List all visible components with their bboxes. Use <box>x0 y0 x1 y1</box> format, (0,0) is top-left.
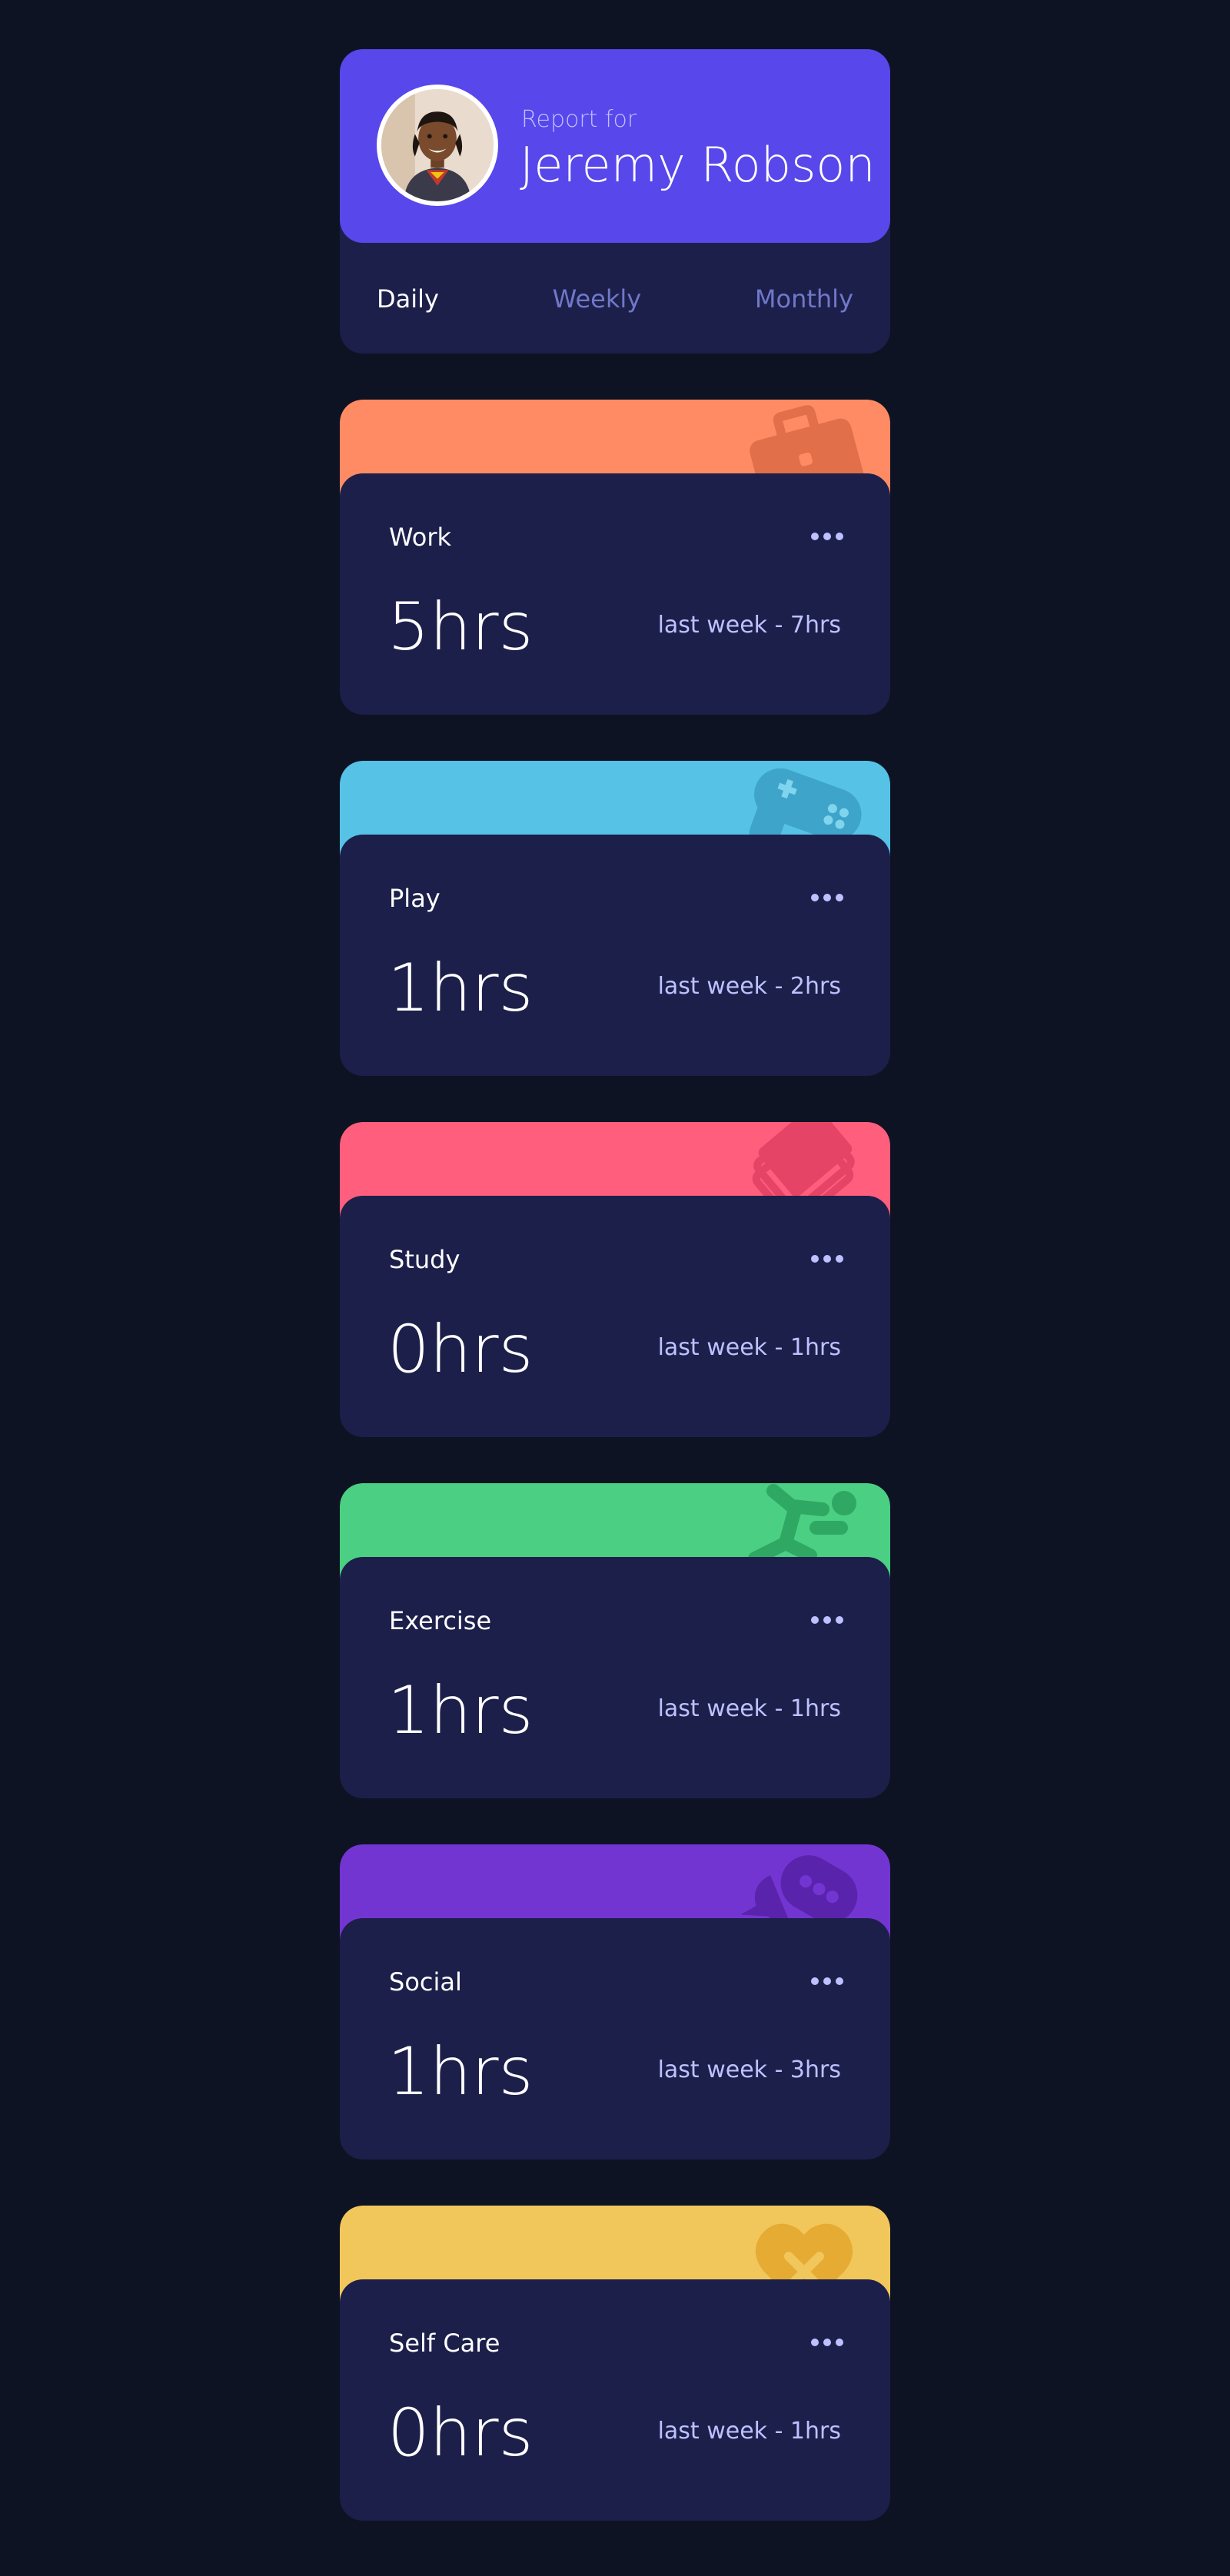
tab-weekly[interactable]: Weekly <box>553 284 642 314</box>
card-body[interactable]: Work 5hrs last week - 7hrs <box>340 473 890 715</box>
current-hours: 0hrs <box>387 1311 534 1388</box>
activity-card-exercise: Exercise 1hrs last week - 1hrs <box>340 1483 890 1798</box>
current-hours: 1hrs <box>387 950 534 1027</box>
ellipsis-icon[interactable] <box>810 1615 844 1625</box>
profile-header: Report for Jeremy Robson <box>340 49 890 243</box>
activity-card-social: Social 1hrs last week - 3hrs <box>340 1844 890 2159</box>
previous-hours: last week - 1hrs <box>657 1695 841 1722</box>
ellipsis-icon[interactable] <box>810 1254 844 1263</box>
card-body[interactable]: Play 1hrs last week - 2hrs <box>340 835 890 1076</box>
profile-card: Report for Jeremy Robson Daily Weekly Mo… <box>340 49 890 354</box>
previous-hours: last week - 3hrs <box>657 2056 841 2083</box>
activity-card-play: Play 1hrs last week - 2hrs <box>340 761 890 1076</box>
ellipsis-icon[interactable] <box>810 532 844 541</box>
dashboard: Report for Jeremy Robson Daily Weekly Mo… <box>340 49 890 2521</box>
activity-card-self-care: Self Care 0hrs last week - 1hrs <box>340 2206 890 2521</box>
card-body[interactable]: Self Care 0hrs last week - 1hrs <box>340 2279 890 2521</box>
previous-hours: last week - 2hrs <box>657 973 841 1000</box>
card-title: Self Care <box>389 2329 500 2358</box>
timeframe-tabs: Daily Weekly Monthly <box>377 284 853 314</box>
current-hours: 1hrs <box>387 1672 534 1749</box>
card-body[interactable]: Social 1hrs last week - 3hrs <box>340 1918 890 2159</box>
card-title: Study <box>389 1245 460 1274</box>
previous-hours: last week - 1hrs <box>657 1334 841 1361</box>
avatar <box>377 85 498 206</box>
report-for-label: Report for <box>521 106 637 133</box>
previous-hours: last week - 7hrs <box>657 612 841 639</box>
card-title: Social <box>389 1967 462 1997</box>
card-title: Play <box>389 884 440 913</box>
card-title: Exercise <box>389 1606 492 1635</box>
ellipsis-icon[interactable] <box>810 893 844 902</box>
current-hours: 1hrs <box>387 2033 534 2110</box>
ellipsis-icon[interactable] <box>810 1977 844 1986</box>
card-body[interactable]: Study 0hrs last week - 1hrs <box>340 1196 890 1437</box>
current-hours: 0hrs <box>387 2395 534 2471</box>
avatar-image <box>381 89 494 201</box>
card-body[interactable]: Exercise 1hrs last week - 1hrs <box>340 1557 890 1798</box>
card-title: Work <box>389 523 452 552</box>
current-hours: 5hrs <box>387 589 534 666</box>
tab-monthly[interactable]: Monthly <box>755 284 853 314</box>
previous-hours: last week - 1hrs <box>657 2418 841 2445</box>
tab-daily[interactable]: Daily <box>377 284 439 314</box>
activity-card-work: Work 5hrs last week - 7hrs <box>340 400 890 715</box>
activity-card-study: Study 0hrs last week - 1hrs <box>340 1122 890 1437</box>
user-name: Jeremy Robson <box>520 137 876 193</box>
ellipsis-icon[interactable] <box>810 2338 844 2347</box>
